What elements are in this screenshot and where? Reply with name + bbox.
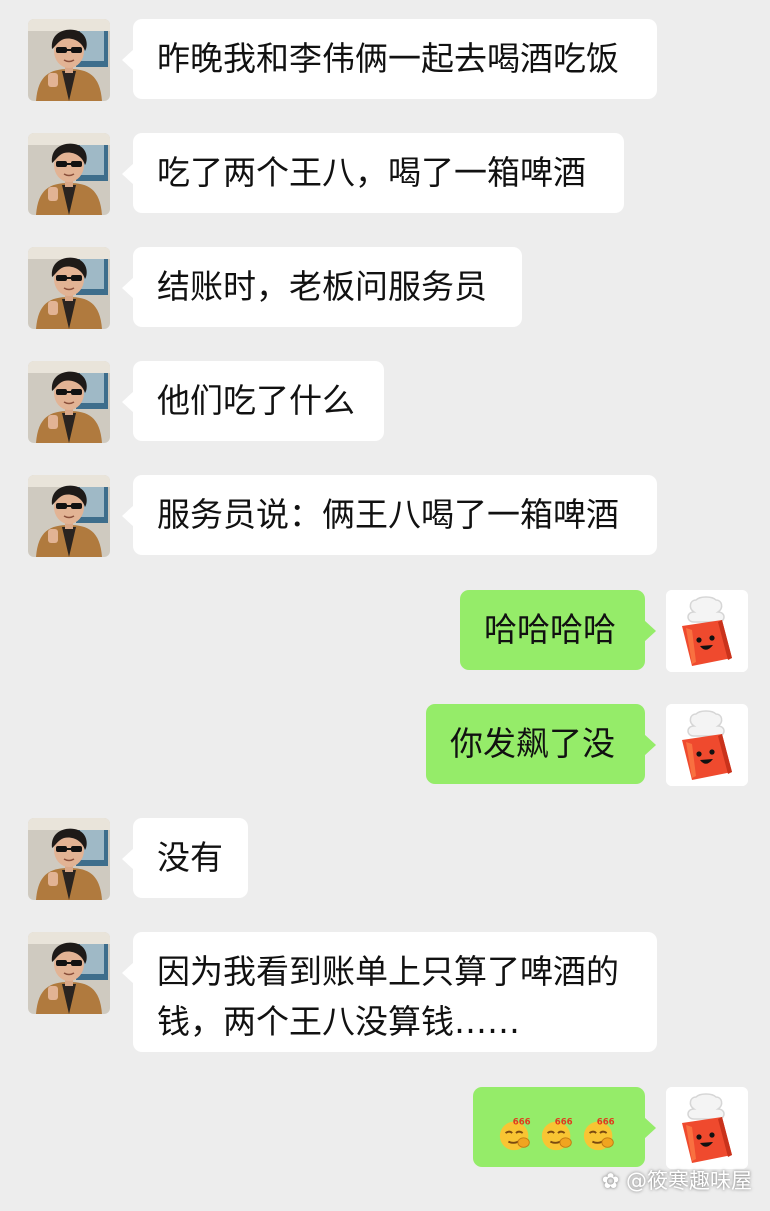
watermark-text: @筱寒趣味屋 xyxy=(626,1169,752,1193)
contact-avatar[interactable] xyxy=(28,475,110,557)
bubble-tail xyxy=(122,49,134,71)
bubble-tail xyxy=(122,277,134,299)
bubble-tail xyxy=(122,391,134,413)
incoming-message-bubble[interactable]: 结账时，老板问服务员 xyxy=(122,247,522,327)
contact-avatar[interactable] xyxy=(28,932,110,1014)
incoming-message-bubble[interactable]: 因为我看到账单上只算了啤酒的 钱，两个王八没算钱…… xyxy=(122,932,657,1052)
contact-avatar[interactable] xyxy=(28,361,110,443)
my-avatar[interactable] xyxy=(666,704,748,786)
message-text: 他们吃了什么 xyxy=(157,381,355,420)
bubble-tail xyxy=(644,620,656,642)
sunglasses-man-avatar-icon xyxy=(28,932,110,1014)
sunglasses-man-avatar-icon xyxy=(28,818,110,900)
message-text: 没有 xyxy=(157,838,223,877)
outgoing-message-bubble[interactable]: 哈哈哈哈 xyxy=(460,590,656,670)
my-avatar[interactable] xyxy=(666,1087,748,1169)
sunglasses-man-avatar-icon xyxy=(28,361,110,443)
bubble-tail xyxy=(122,962,134,984)
incoming-message-bubble[interactable]: 服务员说：俩王八喝了一箱啤酒 xyxy=(122,475,657,555)
contact-avatar[interactable] xyxy=(28,818,110,900)
sunglasses-man-avatar-icon xyxy=(28,247,110,329)
message-text: 昨晚我和李伟俩一起去喝酒吃饭 xyxy=(157,39,619,78)
message-text: 服务员说：俩王八喝了一箱啤酒 xyxy=(157,495,619,534)
bubble-tail xyxy=(644,734,656,756)
message-text: 结账时，老板问服务员 xyxy=(157,267,487,306)
contact-avatar[interactable] xyxy=(28,247,110,329)
incoming-message-bubble[interactable]: 吃了两个王八，喝了一箱啤酒 xyxy=(122,133,624,213)
incoming-message-bubble[interactable]: 他们吃了什么 xyxy=(122,361,384,441)
incoming-message-bubble[interactable]: 昨晚我和李伟俩一起去喝酒吃饭 xyxy=(122,19,657,99)
incoming-message-bubble[interactable]: 没有 xyxy=(122,818,248,898)
contact-avatar[interactable] xyxy=(28,19,110,101)
sunglasses-man-avatar-icon xyxy=(28,475,110,557)
outgoing-message-bubble[interactable]: 你发飙了没 xyxy=(426,704,656,784)
red-bag-mascot-avatar-icon xyxy=(666,590,748,672)
bubble-tail xyxy=(122,163,134,185)
outgoing-message-bubble[interactable] xyxy=(473,1087,656,1167)
red-bag-mascot-avatar-icon xyxy=(666,704,748,786)
bubble-tail xyxy=(122,848,134,870)
bubble-tail xyxy=(644,1117,656,1139)
paw-icon: ✿ xyxy=(601,1169,620,1193)
message-text: 你发飙了没 xyxy=(450,724,615,763)
contact-avatar[interactable] xyxy=(28,133,110,215)
sunglasses-man-avatar-icon xyxy=(28,19,110,101)
smirk-666-emoji-icon xyxy=(539,1115,577,1153)
message-text-line: 因为我看到账单上只算了啤酒的 xyxy=(157,952,619,991)
watermark: ✿ @筱寒趣味屋 xyxy=(602,1165,752,1195)
bubble-tail xyxy=(122,505,134,527)
smirk-666-emoji-icon xyxy=(581,1115,619,1153)
message-text: 吃了两个王八，喝了一箱啤酒 xyxy=(157,153,586,192)
my-avatar[interactable] xyxy=(666,590,748,672)
red-bag-mascot-avatar-icon xyxy=(666,1087,748,1169)
smirk-666-emoji-icon xyxy=(497,1115,535,1153)
sunglasses-man-avatar-icon xyxy=(28,133,110,215)
message-text: 哈哈哈哈 xyxy=(484,610,616,649)
message-text-line: 钱，两个王八没算钱…… xyxy=(157,1002,520,1041)
chat-area[interactable]: 昨晚我和李伟俩一起去喝酒吃饭 吃了两个王八，喝了一箱啤酒 结账时，老板问服务员 … xyxy=(0,0,770,1211)
